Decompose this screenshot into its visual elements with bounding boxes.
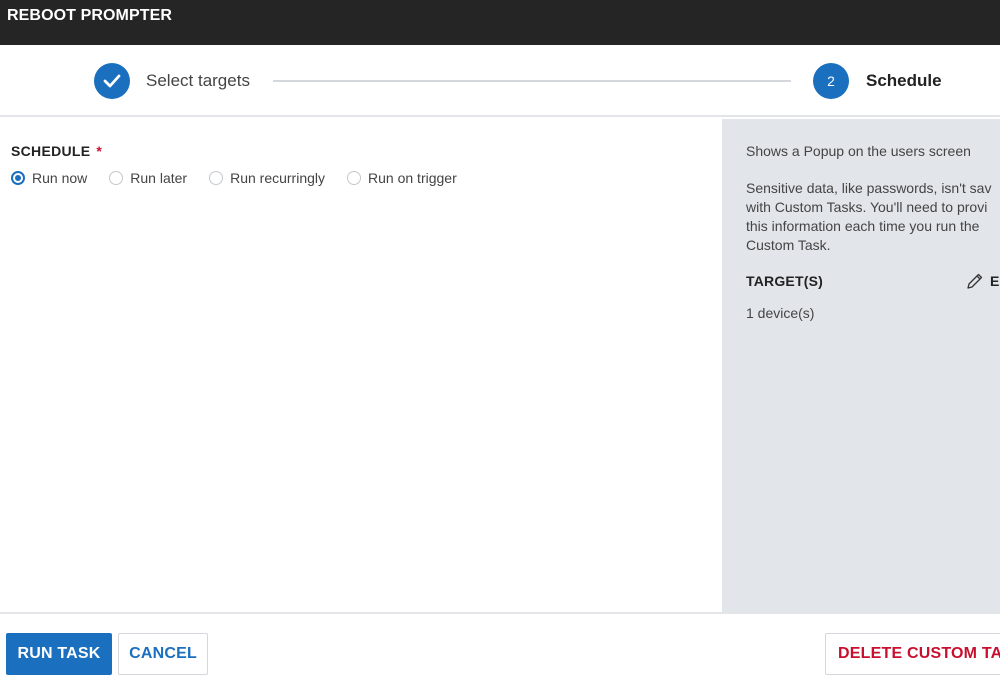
radio-label: Run recurringly (230, 170, 326, 186)
cancel-button[interactable]: CANCEL (118, 633, 208, 675)
check-icon (103, 74, 121, 88)
task-description: Shows a Popup on the users screen (746, 143, 971, 159)
step-number-badge: 2 (813, 63, 849, 99)
device-count: 1 device(s) (746, 305, 815, 321)
step-label: Select targets (146, 71, 250, 90)
radio-label: Run now (32, 170, 88, 186)
radio-run-on-trigger[interactable]: Run on trigger (347, 170, 457, 186)
delete-custom-task-button[interactable]: DELETE CUSTOM TAS (825, 633, 1000, 675)
note-line: this information each time you run the (746, 218, 980, 234)
stepper: Select targets 2 Schedule (0, 45, 1000, 117)
note-line: Custom Task. (746, 237, 831, 253)
radio-button[interactable] (11, 171, 25, 185)
pencil-icon (967, 273, 983, 289)
schedule-options: Run now Run later Run recurringly Run on… (11, 170, 479, 186)
required-marker: * (96, 143, 103, 159)
step-label: Schedule (866, 71, 942, 90)
schedule-section-title: SCHEDULE * (11, 143, 102, 159)
note-line: Sensitive data, like passwords, isn't sa… (746, 180, 992, 196)
radio-run-recurringly[interactable]: Run recurringly (209, 170, 325, 186)
radio-run-now[interactable]: Run now (11, 170, 87, 186)
edit-label: E (990, 273, 1000, 289)
radio-label: Run later (130, 170, 188, 186)
dialog-title: REBOOT PROMPTER (7, 7, 173, 24)
note-line: with Custom Tasks. You'll need to provi (746, 199, 988, 215)
schedule-title-text: SCHEDULE (11, 143, 91, 159)
step-connector (273, 80, 791, 82)
title-bar: REBOOT PROMPTER (0, 0, 1000, 45)
footer: RUN TASK CANCEL DELETE CUSTOM TAS (0, 612, 1000, 681)
schedule-panel: SCHEDULE * Run now Run later Run recurrin… (0, 119, 722, 612)
targets-title: TARGET(S) (746, 273, 823, 289)
radio-run-later[interactable]: Run later (109, 170, 187, 186)
run-task-button[interactable]: RUN TASK (6, 633, 112, 675)
edit-targets-button[interactable]: E (966, 272, 999, 290)
radio-button[interactable] (209, 171, 224, 185)
reboot-prompter-dialog: REBOOT PROMPTER Select targets 2 Schedul… (0, 0, 1000, 681)
radio-button[interactable] (109, 171, 124, 185)
step-complete-badge (94, 63, 130, 99)
task-info-panel: Shows a Popup on the users screen Sensit… (722, 119, 1000, 612)
radio-label: Run on trigger (368, 170, 457, 186)
sensitive-data-note: Sensitive data, like passwords, isn't sa… (746, 179, 1000, 255)
radio-button[interactable] (347, 171, 362, 185)
